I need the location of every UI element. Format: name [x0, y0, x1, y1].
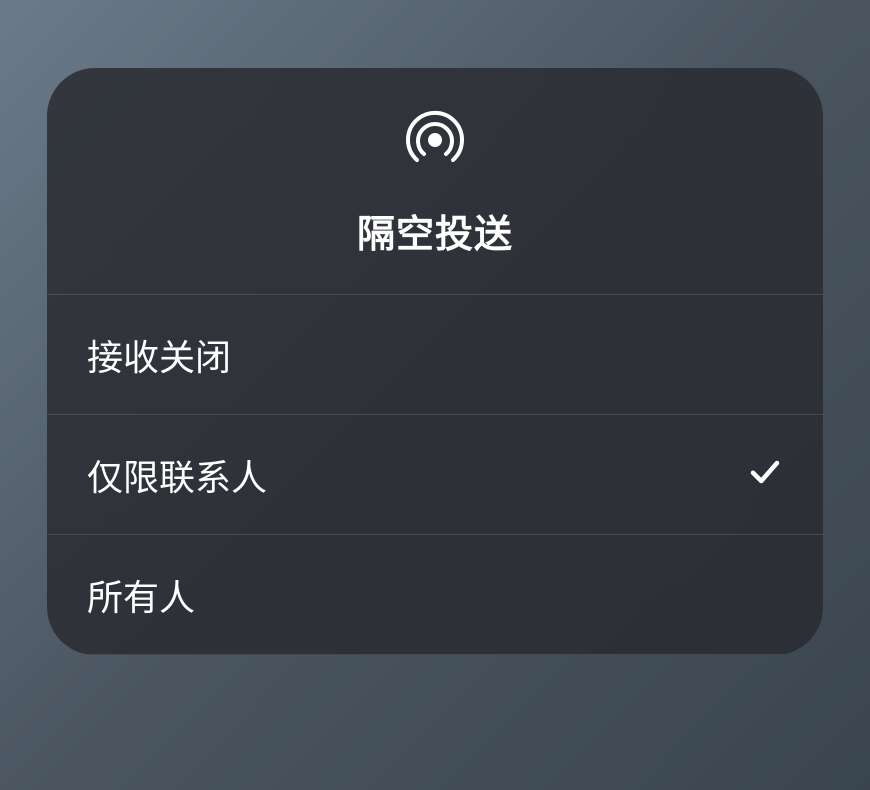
- option-receiving-off[interactable]: 接收关闭: [47, 295, 823, 415]
- option-contacts-only[interactable]: 仅限联系人: [47, 415, 823, 535]
- option-everyone[interactable]: 所有人: [47, 535, 823, 655]
- option-label: 所有人: [87, 569, 195, 621]
- panel-title: 隔空投送: [357, 203, 513, 258]
- checkmark-icon: [747, 454, 783, 495]
- option-label: 仅限联系人: [87, 449, 267, 501]
- option-list: 接收关闭 仅限联系人 所有人: [47, 295, 823, 655]
- airdrop-icon: [403, 108, 467, 177]
- panel-header: 隔空投送: [47, 68, 823, 295]
- airdrop-panel: 隔空投送 接收关闭 仅限联系人 所有人: [47, 68, 823, 655]
- option-label: 接收关闭: [87, 329, 231, 381]
